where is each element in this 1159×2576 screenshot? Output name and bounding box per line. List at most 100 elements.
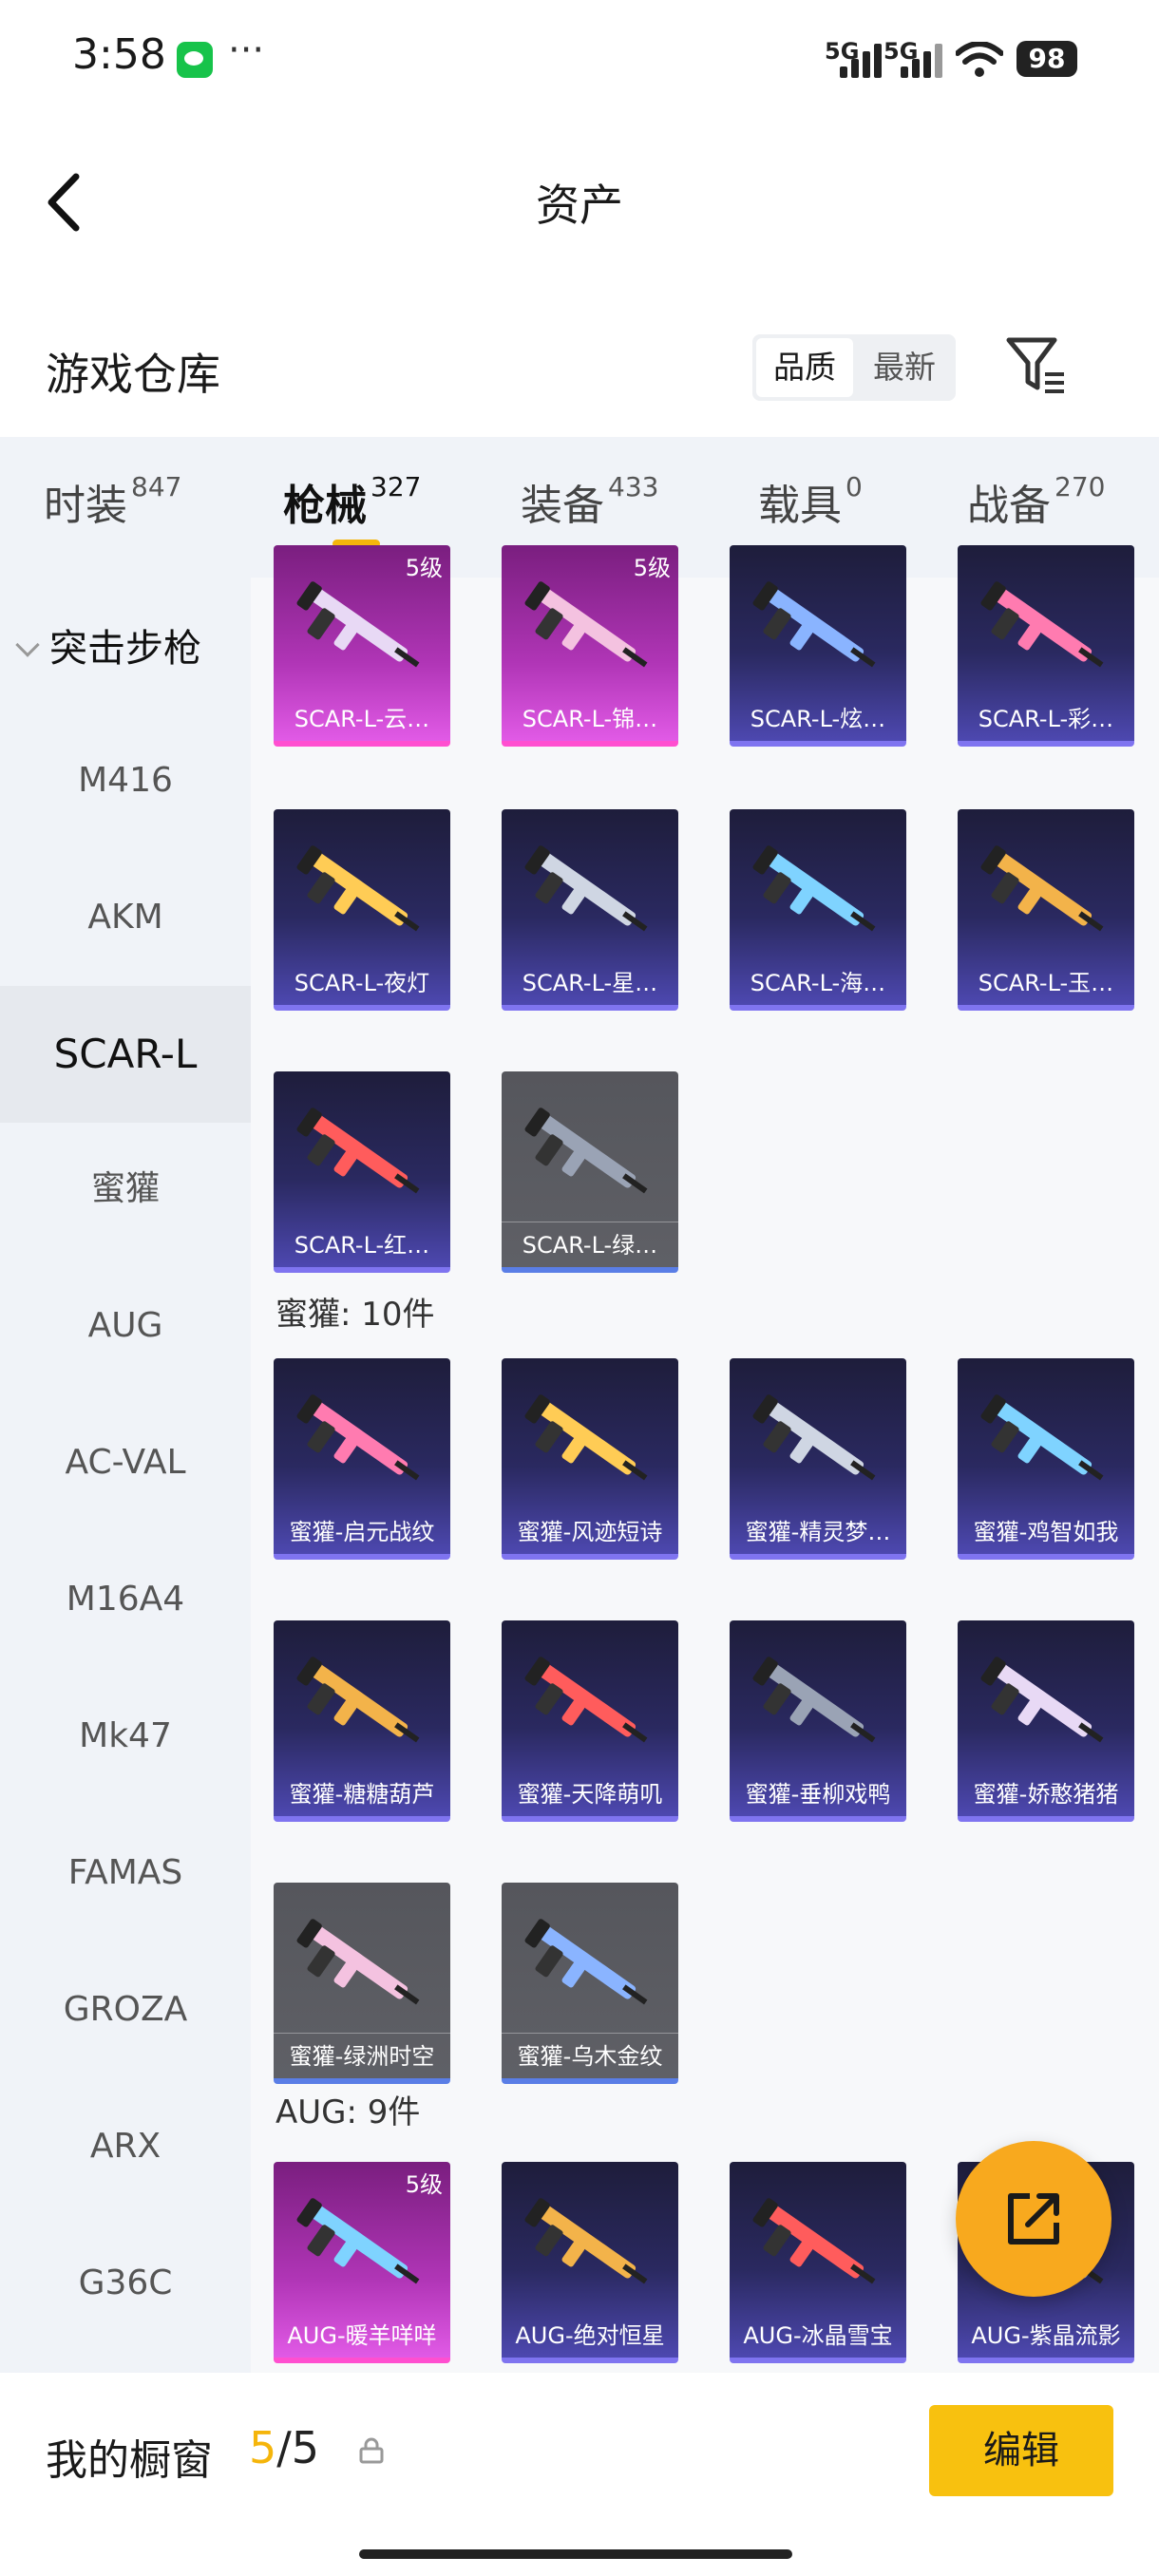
weapon-name: 蜜獾-乌木金纹 — [502, 2033, 678, 2071]
tab-combat-supplies[interactable]: 战备 270 — [967, 471, 1105, 532]
weapon-card[interactable]: 蜜獾-绿洲时空 — [274, 1883, 450, 2084]
weapon-name: 蜜獾-风迹短诗 — [517, 1519, 663, 1545]
more-notifications-icon: ··· — [228, 28, 265, 72]
weapon-skin-icon — [752, 845, 876, 932]
sort-newest-button[interactable]: 最新 — [857, 338, 952, 397]
tab-equipment[interactable]: 装备 433 — [521, 471, 658, 532]
weapon-skin-icon — [980, 581, 1104, 668]
status-time: 3:58 — [72, 30, 166, 79]
tab-firearms[interactable]: 枪械 327 — [283, 471, 421, 532]
weapon-card[interactable]: SCAR-L-绿… — [502, 1071, 678, 1273]
weapon-skin-icon — [524, 845, 648, 932]
sidebar-item-honey-badger[interactable]: 蜜獾 — [0, 1161, 251, 1218]
weapon-skin-icon — [524, 1108, 648, 1194]
weapon-card[interactable]: SCAR-L-星… — [502, 809, 678, 1011]
weapon-card[interactable]: AUG-冰晶雪宝 — [730, 2162, 906, 2363]
weapon-card[interactable]: 5级 SCAR-L-云… — [274, 545, 450, 747]
wechat-icon — [177, 42, 213, 78]
weapon-name: 蜜獾-娇憨猪猪 — [973, 1781, 1119, 1808]
sidebar-item-akm[interactable]: AKM — [0, 889, 251, 946]
weapon-skin-icon — [296, 1108, 420, 1194]
weapon-name: AUG-暖羊咩咩 — [287, 2322, 437, 2349]
sidebar-item-aug[interactable]: AUG — [0, 1297, 251, 1354]
tab-vehicles[interactable]: 载具 0 — [758, 471, 863, 532]
weapon-card[interactable]: 5级 SCAR-L-锦… — [502, 545, 678, 747]
weapon-card[interactable]: 蜜獾-天降萌叽 — [502, 1620, 678, 1822]
weapon-card[interactable]: 蜜獾-娇憨猪猪 — [958, 1620, 1134, 1822]
weapon-skin-icon — [524, 581, 648, 668]
sidebar-item-arx[interactable]: ARX — [0, 2118, 251, 2175]
weapon-card[interactable]: 蜜獾-启元战纹 — [274, 1358, 450, 1560]
sidebar-item-groza[interactable]: GROZA — [0, 1981, 251, 2038]
weapon-card[interactable]: 蜜獾-糖糖葫芦 — [274, 1620, 450, 1822]
weapon-name: 蜜獾-精灵梦… — [745, 1519, 891, 1545]
weapon-name: SCAR-L-炫… — [750, 706, 886, 732]
edit-button[interactable]: 编辑 — [929, 2405, 1113, 2496]
weapon-name: 蜜獾-垂柳戏鸭 — [745, 1781, 891, 1808]
weapon-card[interactable]: 蜜獾-鸡智如我 — [958, 1358, 1134, 1560]
signal-bars-icon — [897, 40, 942, 78]
weapon-name: SCAR-L-彩… — [978, 706, 1114, 732]
weapon-skin-icon — [296, 845, 420, 932]
weapon-skin-icon — [524, 1394, 648, 1481]
weapon-name: SCAR-L-红… — [294, 1232, 430, 1259]
weapon-card[interactable]: SCAR-L-海… — [730, 809, 906, 1011]
weapon-skin-icon — [752, 1394, 876, 1481]
lock-icon — [359, 2437, 384, 2464]
weapon-skin-icon — [524, 1919, 648, 2005]
sidebar-item-scar-l[interactable]: SCAR-L — [0, 986, 251, 1123]
weapon-name: SCAR-L-玉… — [978, 970, 1114, 996]
weapon-card[interactable]: 蜜獾-乌木金纹 — [502, 1883, 678, 2084]
weapon-card[interactable]: 蜜獾-垂柳戏鸭 — [730, 1620, 906, 1822]
weapon-name: 蜜獾-天降萌叽 — [517, 1781, 663, 1808]
weapon-name: SCAR-L-云… — [294, 706, 430, 732]
weapon-skin-icon — [296, 1657, 420, 1743]
status-bar: 3:58 ··· 5G 5G 98 — [0, 0, 1159, 114]
weapon-name: 蜜獾-糖糖葫芦 — [289, 1781, 435, 1808]
weapon-card[interactable]: SCAR-L-炫… — [730, 545, 906, 747]
weapon-card[interactable]: SCAR-L-红… — [274, 1071, 450, 1273]
section-title-honey-badger: 蜜獾: 10件 — [276, 1296, 435, 1334]
weapon-skin-icon — [524, 2198, 648, 2284]
weapon-name: 蜜獾-鸡智如我 — [973, 1519, 1119, 1545]
page-title: 资产 — [536, 180, 623, 231]
weapon-card[interactable]: 蜜獾-风迹短诗 — [502, 1358, 678, 1560]
weapon-card[interactable]: SCAR-L-玉… — [958, 809, 1134, 1011]
weapon-name: SCAR-L-锦… — [522, 706, 658, 732]
sidebar-item-mk47[interactable]: Mk47 — [0, 1708, 251, 1765]
weapon-name: 蜜獾-启元战纹 — [289, 1519, 435, 1545]
chevron-down-icon — [15, 633, 40, 657]
weapon-name: SCAR-L-海… — [750, 970, 886, 996]
wifi-icon — [956, 42, 1003, 77]
showcase-count: 5/5 — [249, 2422, 320, 2473]
sidebar-item-ac-val[interactable]: AC-VAL — [0, 1434, 251, 1491]
home-indicator — [359, 2549, 792, 2559]
signal-bars-icon — [836, 40, 882, 78]
sidebar-group-assault-rifles[interactable]: 突击步枪 — [15, 617, 201, 672]
weapon-name: SCAR-L-星… — [522, 970, 658, 996]
weapon-card[interactable]: 5级 AUG-暖羊咩咩 — [274, 2162, 450, 2363]
weapon-card[interactable]: SCAR-L-彩… — [958, 545, 1134, 747]
sidebar-item-m16a4[interactable]: M16A4 — [0, 1571, 251, 1628]
level-badge: 5级 — [633, 555, 671, 581]
weapon-card[interactable]: 蜜獾-精灵梦… — [730, 1358, 906, 1560]
weapon-skin-icon — [752, 2198, 876, 2284]
weapon-skin-icon — [752, 581, 876, 668]
sidebar-item-m416[interactable]: M416 — [0, 752, 251, 809]
weapon-name: AUG-冰晶雪宝 — [743, 2322, 893, 2349]
weapon-card[interactable]: AUG-绝对恒星 — [502, 2162, 678, 2363]
weapon-skin-icon — [752, 1657, 876, 1743]
tab-fashion[interactable]: 时装 847 — [44, 471, 181, 532]
share-button[interactable] — [956, 2141, 1112, 2297]
sidebar-item-famas[interactable]: FAMAS — [0, 1845, 251, 1902]
weapon-name: 蜜獾-绿洲时空 — [274, 2033, 450, 2071]
weapon-name: AUG-绝对恒星 — [515, 2322, 665, 2349]
sidebar-item-g36c[interactable]: G36C — [0, 2255, 251, 2312]
battery-indicator: 98 — [1016, 41, 1077, 77]
sort-quality-button[interactable]: 品质 — [756, 338, 853, 397]
weapon-card[interactable]: SCAR-L-夜灯 — [274, 809, 450, 1011]
filter-icon[interactable] — [1005, 336, 1068, 395]
weapon-skin-icon — [296, 1394, 420, 1481]
showcase-label: 我的橱窗 — [46, 2436, 213, 2485]
weapon-skin-icon — [296, 581, 420, 668]
